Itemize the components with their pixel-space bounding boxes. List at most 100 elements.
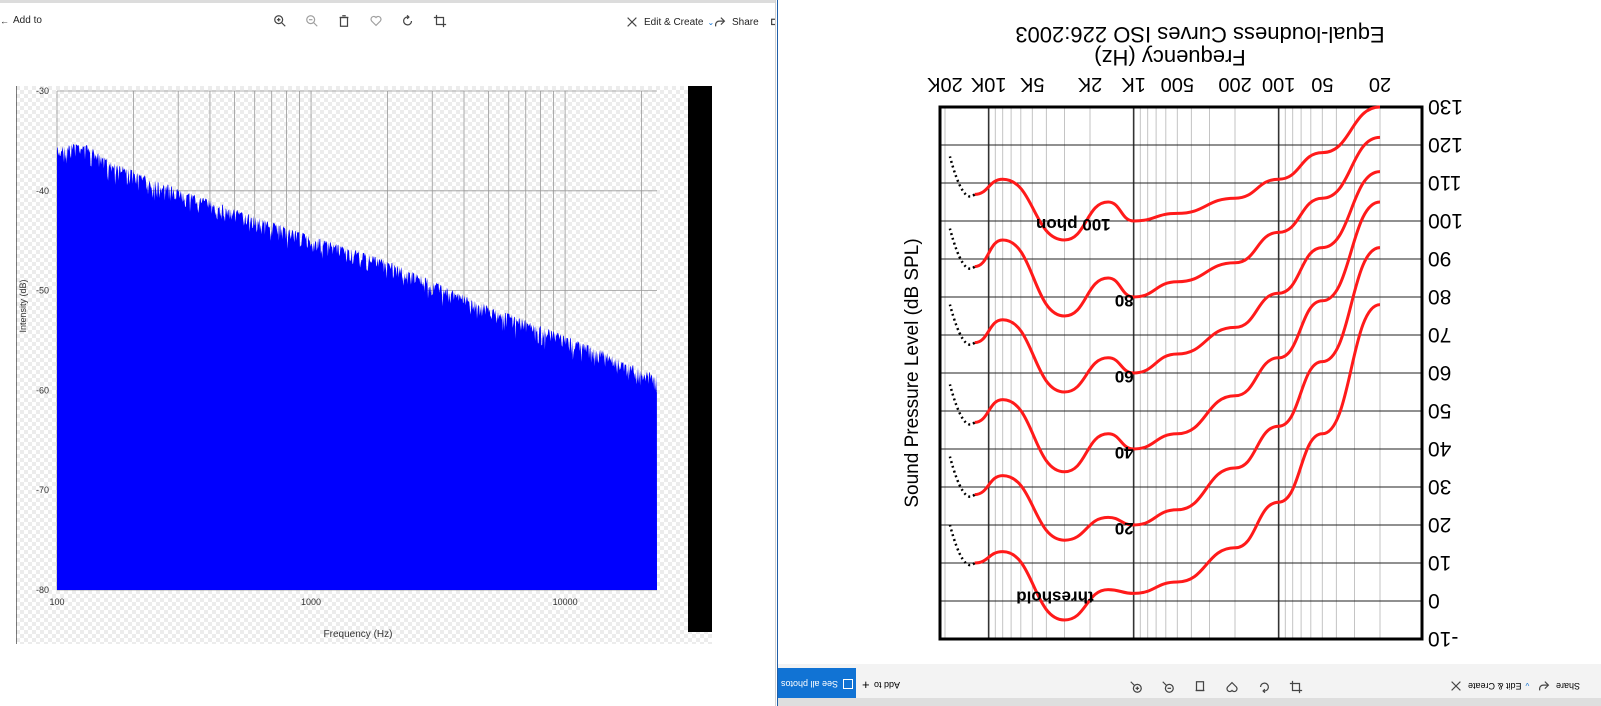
x-tick-label: 500 xyxy=(1161,73,1194,95)
crop-icon xyxy=(432,13,448,29)
y-tick-label: -30 xyxy=(36,86,49,96)
x-axis-title: Frequency (Hz) xyxy=(1094,45,1246,70)
zoom-out-icon xyxy=(1160,679,1176,695)
x-tick-label: 20 xyxy=(1369,73,1391,95)
favorite-button-2[interactable] xyxy=(1224,679,1240,695)
y-tick-label: 0 xyxy=(1428,589,1440,612)
y-tick-label: 10 xyxy=(1428,551,1451,574)
chevron-up-icon: ^ xyxy=(1525,681,1530,691)
left-toolbar: ← Add to Edit & Create ⌄ Share xyxy=(0,4,775,40)
x-axis-title: Frequency (Hz) xyxy=(324,629,393,640)
right-bottom-toolbar: See all photos + Add to Edit & Create ^ … xyxy=(778,664,1601,706)
y-tick-label: 90 xyxy=(1428,247,1451,270)
edit-create-icon xyxy=(1448,678,1464,694)
x-tick-label: 100 xyxy=(49,597,64,607)
zoom-in-icon xyxy=(272,13,288,29)
zoom-in-button[interactable] xyxy=(272,13,288,29)
favorite-button[interactable] xyxy=(368,13,384,29)
x-tick-label: 1000 xyxy=(301,597,321,607)
see-all-photos-button[interactable]: See all photos xyxy=(778,668,856,700)
delete-icon xyxy=(1192,679,1208,695)
share-button-2[interactable]: Share xyxy=(1536,678,1580,694)
crop-button[interactable] xyxy=(432,13,448,29)
y-tick-label: -70 xyxy=(36,485,49,495)
y-tick-label: 20 xyxy=(1428,513,1451,536)
zoom-out-icon xyxy=(304,13,320,29)
x-tick-label: 5K xyxy=(1019,73,1044,95)
rotate-icon xyxy=(400,13,416,29)
y-tick-label: 70 xyxy=(1428,323,1451,346)
delete-icon xyxy=(336,13,352,29)
y-tick-label: -50 xyxy=(36,286,49,296)
print-icon xyxy=(768,13,775,29)
y-tick-label: -80 xyxy=(36,585,49,595)
curve-label: 40 xyxy=(1115,443,1134,462)
y-tick-label: -40 xyxy=(36,186,49,196)
y-axis-title: Intensity (dB) xyxy=(18,279,28,332)
edit-create-button[interactable]: Edit & Create ⌄ xyxy=(624,14,714,30)
window-top-edge xyxy=(0,0,775,3)
delete-button-2[interactable] xyxy=(1192,679,1208,695)
plus-icon: + xyxy=(862,677,870,692)
black-edge-bar xyxy=(688,86,712,632)
edit-create-button-2[interactable]: Edit & Create ^ xyxy=(1448,678,1529,694)
zoom-out-button[interactable] xyxy=(304,13,320,29)
x-tick-label: 10K xyxy=(970,73,1006,95)
photos-icon xyxy=(843,679,854,689)
y-tick-label: 80 xyxy=(1428,285,1451,308)
add-to-button-2[interactable]: + Add to xyxy=(862,677,900,692)
edit-create-icon xyxy=(624,14,640,30)
print-button[interactable] xyxy=(768,13,775,29)
rotate-button-2[interactable] xyxy=(1256,679,1272,695)
edit-create-label-2: Edit & Create xyxy=(1468,681,1522,691)
y-tick-label: -60 xyxy=(36,385,49,395)
right-photo-window: -10 0 10 20 30 40 50 60 70 80 90 100 110 120 130 20 50 10… xyxy=(777,0,1601,706)
x-tick-label: 200 xyxy=(1218,73,1251,95)
curve-label: 60 xyxy=(1115,367,1134,386)
share-icon xyxy=(712,14,728,30)
x-tick-label: 50 xyxy=(1311,73,1333,95)
add-to-button[interactable]: ← Add to xyxy=(0,15,42,26)
favorite-icon xyxy=(1224,679,1240,695)
add-to-label-2: Add to xyxy=(873,679,900,690)
y-tick-label: 100 xyxy=(1428,209,1463,232)
rotate-button[interactable] xyxy=(400,13,416,29)
y-tick-label: 130 xyxy=(1428,95,1463,118)
y-tick-label: 30 xyxy=(1428,475,1451,498)
y-axis-title: Sound Pressure Level (dB SPL) xyxy=(902,238,923,507)
x-tick-label: 1K xyxy=(1121,73,1146,95)
curve-label: threshold xyxy=(1016,587,1093,606)
share-button[interactable]: Share xyxy=(712,14,759,30)
y-tick-label: 50 xyxy=(1428,399,1451,422)
crop-button-2[interactable] xyxy=(1288,679,1304,695)
share-label-2: Share xyxy=(1556,681,1581,691)
equal-loudness-chart: -10 0 10 20 30 40 50 60 70 80 90 100 110 120 130 20 50 10… xyxy=(902,0,1492,670)
zoom-out-button-2[interactable] xyxy=(1160,679,1176,695)
favorite-icon xyxy=(368,13,384,29)
spectrum-chart: -30 -40 -50 -60 -70 -80100 1000 10000 Frequency… xyxy=(16,86,712,644)
zoom-in-button-2[interactable] xyxy=(1128,679,1144,695)
chart-title: Equal-loudness Curves ISO 226:2003 xyxy=(1015,22,1384,47)
curve-label: 20 xyxy=(1115,519,1134,538)
y-tick-label: 120 xyxy=(1428,133,1463,156)
curve-label: 100 phon xyxy=(1036,215,1111,234)
crop-icon xyxy=(1288,679,1304,695)
edit-create-label: Edit & Create xyxy=(644,16,704,28)
x-tick-label: 10000 xyxy=(553,597,578,607)
share-icon xyxy=(1536,678,1552,694)
delete-button[interactable] xyxy=(336,13,352,29)
curve-label: 80 xyxy=(1115,291,1134,310)
x-tick-label: 20K xyxy=(927,73,963,95)
zoom-in-icon xyxy=(1128,679,1144,695)
x-tick-label: 2K xyxy=(1077,73,1102,95)
share-label: Share xyxy=(732,16,759,28)
x-tick-label: 100 xyxy=(1262,73,1295,95)
left-photo-window: ← Add to Edit & Create ⌄ Share -30 -40 -… xyxy=(0,0,776,706)
rotate-icon xyxy=(1256,679,1272,695)
y-tick-label: 110 xyxy=(1428,171,1461,194)
back-arrow-icon: ← xyxy=(0,15,9,26)
see-all-photos-label: See all photos xyxy=(780,679,839,689)
add-to-label: Add to xyxy=(13,15,42,26)
window-bottom-edge xyxy=(778,698,1601,706)
y-tick-label: 40 xyxy=(1428,437,1451,460)
